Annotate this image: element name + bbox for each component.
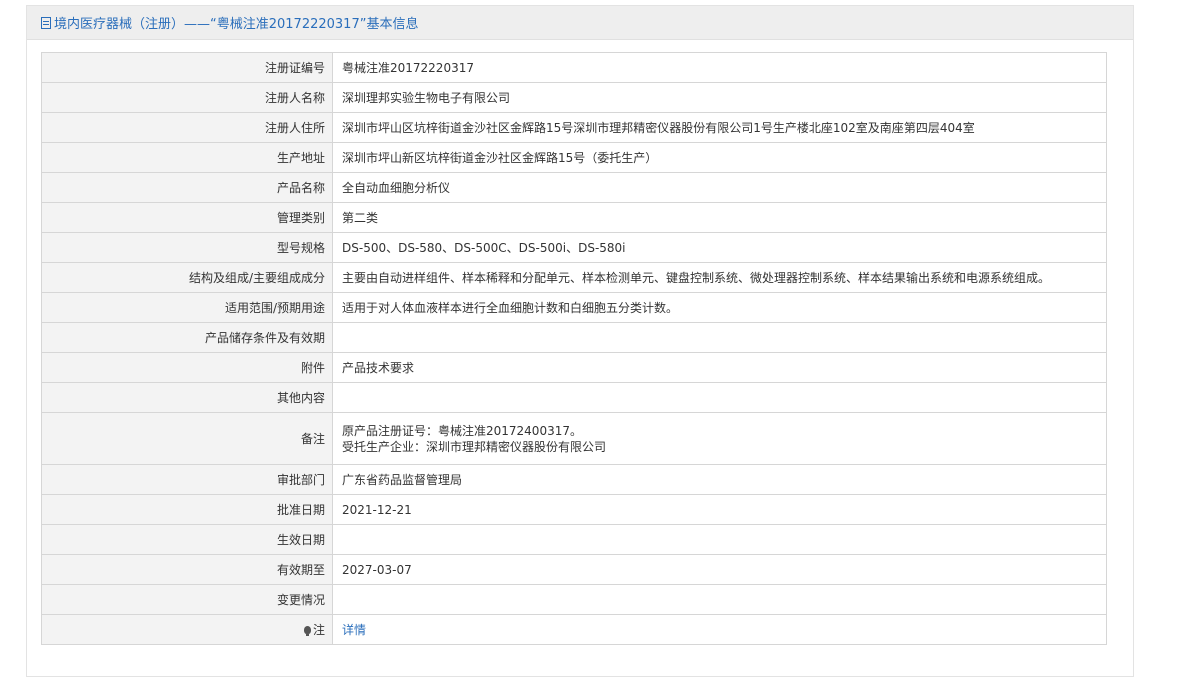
table-row: 适用范围/预期用途 适用于对人体血液样本进行全血细胞计数和白细胞五分类计数。 — [41, 292, 1107, 323]
row-value: 深圳市坪山新区坑梓街道金沙社区金辉路15号（委托生产） — [332, 142, 1107, 173]
details-link[interactable]: 详情 — [342, 623, 366, 637]
table-row: 其他内容 — [41, 382, 1107, 413]
row-value: 适用于对人体血液样本进行全血细胞计数和白细胞五分类计数。 — [332, 292, 1107, 323]
row-label: 结构及组成/主要组成成分 — [41, 262, 333, 293]
row-label: 其他内容 — [41, 382, 333, 413]
row-label: 生效日期 — [41, 524, 333, 555]
row-value: 产品技术要求 — [332, 352, 1107, 383]
row-label: 批准日期 — [41, 494, 333, 525]
row-label: 审批部门 — [41, 464, 333, 495]
row-value: 广东省药品监督管理局 — [332, 464, 1107, 495]
table-row: 结构及组成/主要组成成分 主要由自动进样组件、样本稀释和分配单元、样本检测单元、… — [41, 262, 1107, 293]
info-panel: 境内医疗器械（注册）——“粤械注准20172220317”基本信息 注册证编号 … — [26, 5, 1134, 677]
row-label: 产品储存条件及有效期 — [41, 322, 333, 353]
row-label: 有效期至 — [41, 554, 333, 585]
lightbulb-icon — [303, 625, 311, 636]
row-label: 备注 — [41, 412, 333, 465]
row-label: 注册人名称 — [41, 82, 333, 113]
row-label: 附件 — [41, 352, 333, 383]
remark-line: 原产品注册证号：粤械注准20172400317。 — [342, 423, 582, 438]
table-row: 型号规格 DS-500、DS-580、DS-500C、DS-500i、DS-58… — [41, 232, 1107, 263]
remark-value: 原产品注册证号：粤械注准20172400317。 受托生产企业：深圳市理邦精密仪… — [332, 412, 1107, 465]
row-value — [332, 322, 1107, 353]
row-value: 主要由自动进样组件、样本稀释和分配单元、样本检测单元、键盘控制系统、微处理器控制… — [332, 262, 1107, 293]
table-row: 审批部门 广东省药品监督管理局 — [41, 464, 1107, 495]
table-row: 变更情况 — [41, 584, 1107, 615]
table-row: 产品储存条件及有效期 — [41, 322, 1107, 353]
row-label: 变更情况 — [41, 584, 333, 615]
document-icon — [41, 16, 51, 29]
table-row: 注 详情 — [41, 614, 1107, 645]
note-label: 注 — [312, 622, 325, 637]
table-row: 生效日期 — [41, 524, 1107, 555]
row-value: 全自动血细胞分析仪 — [332, 172, 1107, 203]
table-row: 注册人名称 深圳理邦实验生物电子有限公司 — [41, 82, 1107, 113]
row-label: 管理类别 — [41, 202, 333, 233]
note-value: 详情 — [332, 614, 1107, 645]
row-value — [332, 584, 1107, 615]
row-label: 型号规格 — [41, 232, 333, 263]
row-value — [332, 382, 1107, 413]
remark-line: 受托生产企业：深圳市理邦精密仪器股份有限公司 — [342, 439, 607, 454]
table-row: 批准日期 2021-12-21 — [41, 494, 1107, 525]
table-row: 有效期至 2027-03-07 — [41, 554, 1107, 585]
row-label: 产品名称 — [41, 172, 333, 203]
note-label-cell: 注 — [41, 614, 333, 645]
table-row: 注册人住所 深圳市坪山区坑梓街道金沙社区金辉路15号深圳市理邦精密仪器股份有限公… — [41, 112, 1107, 143]
table-row: 管理类别 第二类 — [41, 202, 1107, 233]
row-value: 深圳市坪山区坑梓街道金沙社区金辉路15号深圳市理邦精密仪器股份有限公司1号生产楼… — [332, 112, 1107, 143]
row-label: 生产地址 — [41, 142, 333, 173]
row-value: 2027-03-07 — [332, 554, 1107, 585]
row-label: 注册证编号 — [41, 52, 333, 83]
table-row: 注册证编号 粤械注准20172220317 — [41, 52, 1107, 83]
row-label: 注册人住所 — [41, 112, 333, 143]
row-value: DS-500、DS-580、DS-500C、DS-500i、DS-580i — [332, 232, 1107, 263]
row-label: 适用范围/预期用途 — [41, 292, 333, 323]
panel-header: 境内医疗器械（注册）——“粤械注准20172220317”基本信息 — [27, 6, 1133, 40]
table-row: 备注 原产品注册证号：粤械注准20172400317。 受托生产企业：深圳市理邦… — [41, 412, 1107, 465]
row-value: 第二类 — [332, 202, 1107, 233]
table-row: 生产地址 深圳市坪山新区坑梓街道金沙社区金辉路15号（委托生产） — [41, 142, 1107, 173]
table-row: 产品名称 全自动血细胞分析仪 — [41, 172, 1107, 203]
detail-table: 注册证编号 粤械注准20172220317 注册人名称 深圳理邦实验生物电子有限… — [41, 52, 1107, 645]
table-row: 附件 产品技术要求 — [41, 352, 1107, 383]
row-value: 深圳理邦实验生物电子有限公司 — [332, 82, 1107, 113]
row-value: 粤械注准20172220317 — [332, 52, 1107, 83]
page-title: 境内医疗器械（注册）——“粤械注准20172220317”基本信息 — [54, 17, 419, 32]
row-value: 2021-12-21 — [332, 494, 1107, 525]
row-value — [332, 524, 1107, 555]
